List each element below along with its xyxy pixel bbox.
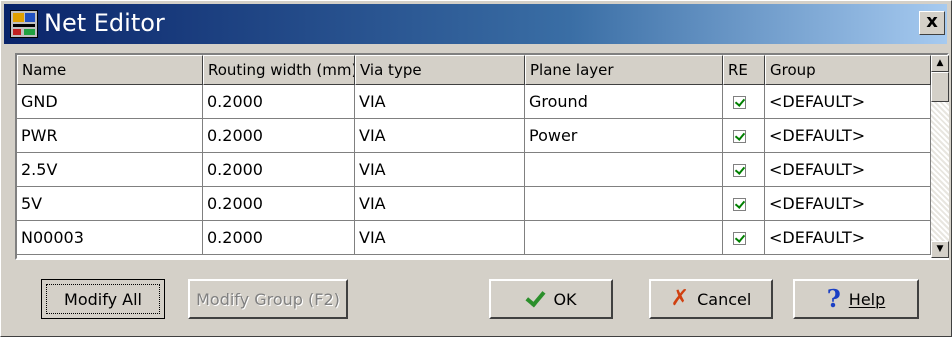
column-header-plane-layer[interactable]: Plane layer [525,55,723,85]
cell-via[interactable]: VIA [355,187,525,221]
window-title: Net Editor [44,9,165,37]
modify-all-label: Modify All [64,289,142,309]
cell-width[interactable]: 0.2000 [203,85,355,119]
table-row[interactable]: N00003 0.2000 VIA <DEFAULT> [17,221,931,255]
ok-label: OK [553,289,577,309]
cell-re[interactable] [723,221,765,255]
app-icon [10,10,38,38]
cell-via[interactable]: VIA [355,221,525,255]
checkbox[interactable] [733,198,746,211]
cell-re[interactable] [723,85,765,119]
cell-via[interactable]: VIA [355,119,525,153]
cell-re[interactable] [723,153,765,187]
cell-width[interactable]: 0.2000 [203,153,355,187]
cell-via[interactable]: VIA [355,153,525,187]
table-row[interactable]: 2.5V 0.2000 VIA <DEFAULT> [17,153,931,187]
checkbox[interactable] [733,96,746,109]
check-icon [525,292,545,306]
cell-plane[interactable] [525,221,723,255]
help-label: Help [848,289,886,309]
checkbox[interactable] [733,232,746,245]
help-button[interactable]: ? Help [793,279,919,319]
modify-all-button[interactable]: Modify All [41,279,165,319]
modify-group-label: Modify Group (F2) [196,289,340,309]
close-button[interactable]: x [919,11,945,35]
cancel-label: Cancel [697,289,752,309]
cell-group[interactable]: <DEFAULT> [765,85,931,119]
scroll-up-button[interactable]: ▲ [931,55,949,72]
cell-name[interactable]: PWR [17,119,203,153]
cell-name[interactable]: N00003 [17,221,203,255]
title-bar[interactable]: Net Editor [4,4,947,44]
ok-button[interactable]: OK [489,279,613,319]
cell-plane[interactable]: Power [525,119,723,153]
checkbox[interactable] [733,164,746,177]
question-icon: ? [826,284,841,313]
column-header-via-type[interactable]: Via type [355,55,525,85]
net-editor-window: Net Editor x Name Routing width (mm) Via… [0,0,952,337]
column-header-group[interactable]: Group [765,55,931,85]
vertical-scrollbar[interactable]: ▲ ▼ [931,55,949,258]
cell-width[interactable]: 0.2000 [203,119,355,153]
cell-plane[interactable]: Ground [525,85,723,119]
cell-group[interactable]: <DEFAULT> [765,187,931,221]
modify-group-button[interactable]: Modify Group (F2) [188,279,348,319]
cell-group[interactable]: <DEFAULT> [765,221,931,255]
cell-width[interactable]: 0.2000 [203,187,355,221]
scroll-thumb[interactable] [931,72,949,102]
cell-group[interactable]: <DEFAULT> [765,119,931,153]
cell-name[interactable]: GND [17,85,203,119]
cell-plane[interactable] [525,187,723,221]
column-header-name[interactable]: Name [17,55,203,85]
x-icon: ✗ [670,286,690,311]
net-grid: Name Routing width (mm) Via type Plane l… [15,53,949,260]
cell-via[interactable]: VIA [355,85,525,119]
cell-name[interactable]: 5V [17,187,203,221]
checkbox[interactable] [733,130,746,143]
column-header-routing-width[interactable]: Routing width (mm) [203,55,355,85]
cell-re[interactable] [723,187,765,221]
table-row[interactable]: 5V 0.2000 VIA <DEFAULT> [17,187,931,221]
cell-re[interactable] [723,119,765,153]
table-row[interactable]: GND 0.2000 VIA Ground <DEFAULT> [17,85,931,119]
column-header-re[interactable]: RE [723,55,765,85]
cell-width[interactable]: 0.2000 [203,221,355,255]
table-row[interactable]: PWR 0.2000 VIA Power <DEFAULT> [17,119,931,153]
cell-name[interactable]: 2.5V [17,153,203,187]
cancel-button[interactable]: ✗ Cancel [649,279,773,319]
grid-header: Name Routing width (mm) Via type Plane l… [17,55,931,85]
cell-plane[interactable] [525,153,723,187]
scroll-down-button[interactable]: ▼ [931,241,949,258]
cell-group[interactable]: <DEFAULT> [765,153,931,187]
